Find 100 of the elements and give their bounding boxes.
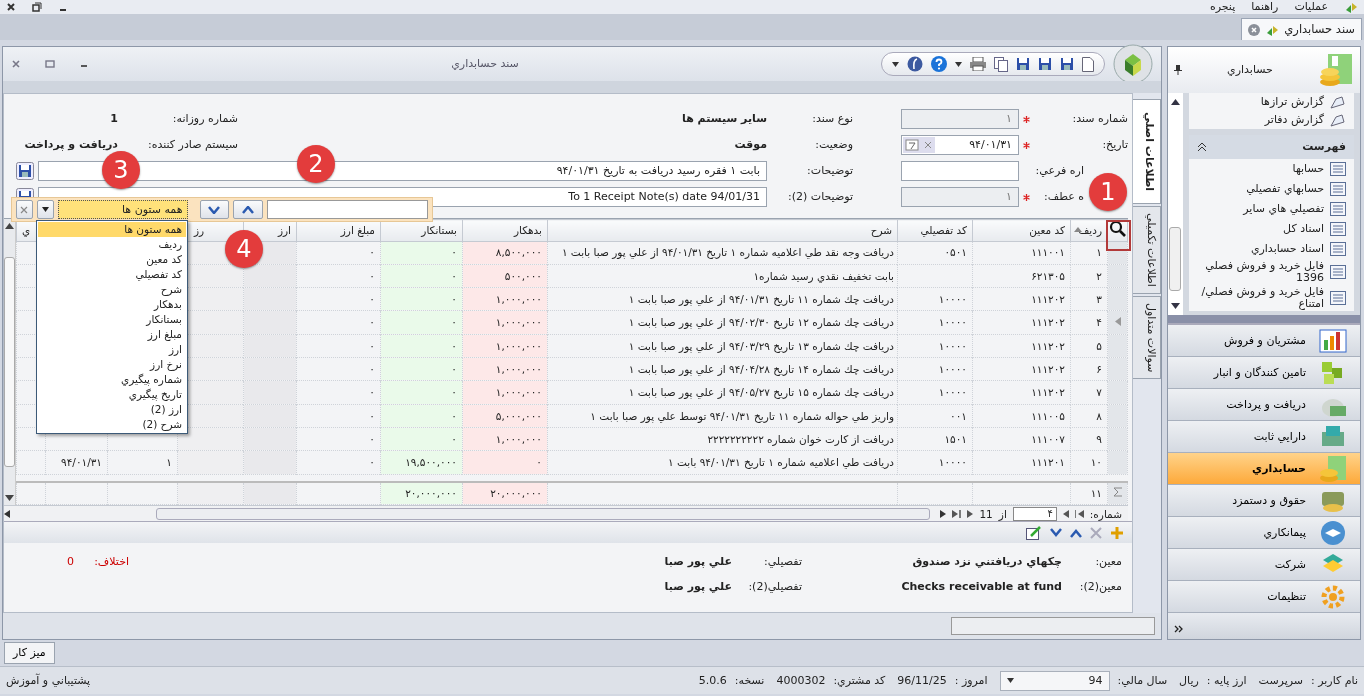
save-icon[interactable]	[16, 162, 34, 180]
support-link[interactable]: پشتيباني و آموزش	[6, 673, 91, 688]
horizontal-scrollbar[interactable]	[156, 507, 931, 520]
module-button[interactable]: حقوق و دستمزد	[1168, 485, 1360, 517]
sidebar-link[interactable]: گزارش دفاتر	[1264, 113, 1324, 127]
scroll-down-icon[interactable]	[1170, 303, 1180, 309]
column-header[interactable]: بدهكار	[462, 219, 548, 242]
sidebar-link[interactable]: حسابهاي تفصيلي	[1246, 182, 1324, 196]
overflow-icon[interactable]	[1174, 625, 1184, 635]
module-button[interactable]: حسابداري	[1168, 453, 1360, 485]
module-button[interactable]: تامين كنندگان و انبار	[1168, 357, 1360, 389]
table-cell: ۵,۰۰۰,۰۰۰	[462, 404, 548, 428]
status-label: نسخه:	[734, 673, 765, 688]
dropdown-option[interactable]: همه ستون ها	[38, 222, 186, 237]
dropdown-option[interactable]: بستانكار	[38, 312, 186, 327]
date-field[interactable]: ۹۴/۰۱/۳۱	[901, 135, 1019, 155]
side-tab[interactable]: سوالات متداول	[1133, 295, 1161, 380]
help-icon[interactable]	[931, 56, 947, 72]
caret-icon[interactable]	[955, 61, 962, 67]
last-icon[interactable]	[952, 509, 962, 518]
move-down-icon[interactable]	[1050, 527, 1062, 538]
module-button[interactable]: شركت	[1168, 549, 1360, 581]
collapse-icon[interactable]	[1196, 142, 1207, 152]
next-icon[interactable]	[967, 509, 974, 518]
copy-icon[interactable]	[994, 56, 1008, 72]
list-icon	[1330, 265, 1346, 280]
dropdown-option[interactable]: مبلغ ارز	[38, 327, 186, 342]
save-icon[interactable]	[1016, 57, 1030, 71]
dropdown-option[interactable]: كد معين	[38, 252, 186, 267]
menu-item[interactable]: عمليات	[1294, 0, 1328, 14]
desk-button[interactable]: ميز كار	[4, 642, 55, 664]
search-field[interactable]	[266, 200, 428, 219]
menu-item[interactable]: راهنما	[1251, 0, 1279, 14]
sidebar-link[interactable]: اسناد كل	[1283, 222, 1324, 236]
column-header[interactable]: شرح	[547, 219, 898, 242]
pin-icon[interactable]	[1174, 65, 1182, 75]
dropdown-option[interactable]: تاريخ پيگيري	[38, 387, 186, 402]
print-icon[interactable]	[970, 57, 986, 71]
sidebar-link[interactable]: فايل خريد و فروش فصلي 1396	[1196, 260, 1324, 285]
first-icon[interactable]	[1074, 509, 1084, 518]
table-cell: ۲	[1070, 264, 1108, 288]
dropdown-option[interactable]: شماره پيگيري	[38, 372, 186, 387]
dropdown-option[interactable]: ارز	[38, 342, 186, 357]
table-cell: ۱,۰۰۰,۰۰۰	[462, 380, 548, 405]
list-icon	[1330, 222, 1346, 236]
module-button[interactable]: مشتريان و فروش	[1168, 325, 1360, 357]
edit-icon[interactable]	[1026, 525, 1042, 540]
table-cell: ۱۰	[1070, 450, 1108, 475]
sidebar-link[interactable]: تفصيلي هاي ساير	[1243, 202, 1324, 216]
find-previous-button[interactable]	[233, 200, 263, 219]
sidebar-link[interactable]: فايل خريد و فروش فصلي/امتناع	[1196, 286, 1324, 311]
table-cell: ۱۱۱۲۰۲	[972, 311, 1071, 335]
module-button[interactable]: دارايي ثابت	[1168, 421, 1360, 453]
restore-icon[interactable]	[32, 2, 42, 12]
scroll-down-icon[interactable]	[5, 495, 14, 502]
side-tab[interactable]: اطلاعات اصلي	[1133, 99, 1161, 205]
sidebar-link[interactable]: حسابها	[1292, 162, 1324, 176]
table-cell: ۰	[380, 357, 463, 381]
search-icon[interactable]	[1109, 220, 1127, 238]
column-header[interactable]: كد تفصيلي	[897, 219, 973, 242]
dropdown-option[interactable]: نرخ ارز	[38, 357, 186, 372]
caret-icon[interactable]	[892, 61, 899, 67]
menu-item[interactable]: پنجره	[1209, 0, 1236, 14]
dropdown-option[interactable]: شرح (2)	[38, 417, 186, 432]
module-button[interactable]: دريافت و پرداخت	[1168, 389, 1360, 421]
save-icon[interactable]	[1060, 57, 1074, 71]
dropdown-button[interactable]	[36, 200, 54, 219]
scrollbar-thumb[interactable]	[1169, 227, 1182, 291]
previous-icon[interactable]	[1062, 509, 1069, 518]
ledger-coins-icon	[1318, 52, 1354, 88]
column-header[interactable]: كد معين	[972, 219, 1071, 242]
dropdown-option[interactable]: شرح	[38, 282, 186, 297]
year-select[interactable]: 94	[999, 670, 1110, 691]
clear-icon[interactable]	[921, 137, 935, 153]
dropdown-option[interactable]: بدهكار	[38, 297, 186, 312]
sidebar-link[interactable]: اسناد حسابداري	[1250, 242, 1324, 256]
dropdown-option[interactable]: كد تفصيلي	[38, 267, 186, 282]
combo-box[interactable]: همه ستون ها	[57, 200, 188, 219]
new-page-icon[interactable]	[1082, 56, 1094, 72]
dropdown-option[interactable]: ارز (2)	[38, 402, 186, 417]
scroll-left-icon[interactable]	[4, 509, 10, 518]
move-up-icon[interactable]	[1070, 527, 1082, 538]
table-cell: ۹	[1070, 427, 1108, 451]
page-input[interactable]: ۴	[1012, 506, 1057, 521]
table-cell: ۹۴/۰۱/۳۱	[45, 450, 108, 475]
column-header[interactable]: رديف	[1070, 219, 1108, 242]
sidebar-link[interactable]: گزارش ترازها	[1260, 95, 1324, 109]
module-button[interactable]: تنظيمات	[1168, 581, 1360, 613]
module-button[interactable]: پيمانكاري	[1168, 517, 1360, 549]
save-icon[interactable]	[1038, 57, 1052, 71]
scrollbar-thumb[interactable]	[4, 257, 15, 468]
close-icon[interactable]	[6, 2, 16, 12]
scroll-up-icon[interactable]	[5, 223, 14, 229]
side-tab[interactable]: اطلاعات تكميلي	[1133, 206, 1161, 294]
next-icon[interactable]	[940, 509, 947, 518]
find-next-button[interactable]	[199, 200, 230, 219]
scroll-up-icon[interactable]	[1170, 99, 1180, 105]
document-tab[interactable]: سند حسابداري	[1241, 18, 1362, 40]
input-field[interactable]	[901, 161, 1019, 181]
window-title: سند حسابداري	[450, 57, 520, 71]
